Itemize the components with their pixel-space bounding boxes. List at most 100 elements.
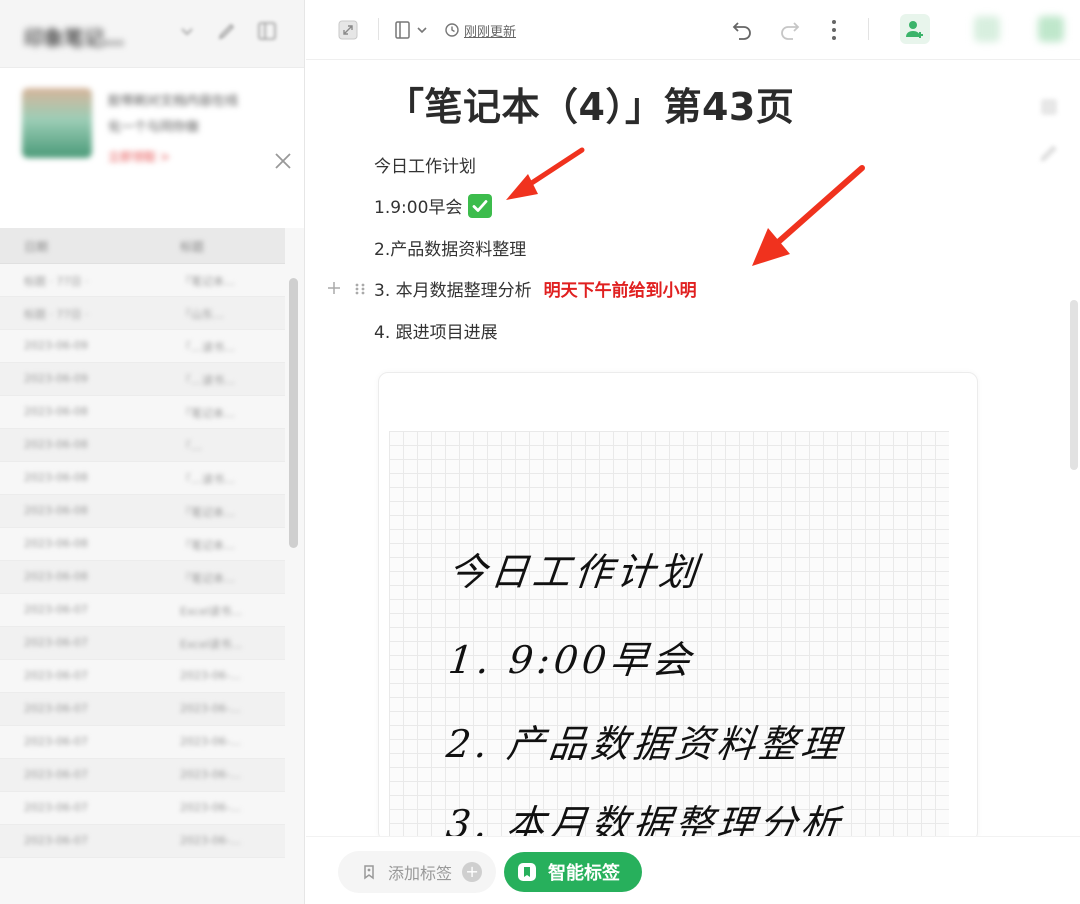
row-date: 2023-06-07: [24, 735, 88, 748]
more-button[interactable]: [822, 16, 846, 44]
right-rail: [1018, 60, 1080, 190]
table-row[interactable]: 2023-06-07 2023-06-…: [0, 759, 285, 792]
share-collaborator-button[interactable]: [900, 14, 930, 44]
add-tag-button[interactable]: 添加标签 +: [338, 851, 496, 893]
table-row[interactable]: 标题 · 77日 · 「笔记本…: [0, 264, 285, 297]
table-row[interactable]: 2023-06-08 「笔记本…: [0, 561, 285, 594]
row-title: 2023-06-…: [180, 735, 241, 748]
chevron-down-icon[interactable]: [176, 20, 198, 42]
new-note-icon[interactable]: [216, 20, 238, 42]
table-row[interactable]: 2023-06-07 Excel读书…: [0, 627, 285, 660]
line-text: 2.产品数据资料整理: [374, 240, 527, 260]
handwritten-note-image[interactable]: 今日工作计划 1. 9:00早会 2. 产品数据资料整理 3. 本月数据整理分析: [378, 372, 978, 842]
toolbar-divider: [868, 18, 869, 40]
table-row[interactable]: 标题 · 77日 · 「山东…: [0, 297, 285, 330]
row-date: 2023-06-08: [24, 405, 88, 418]
add-tag-label: 添加标签: [388, 864, 453, 883]
row-date: 标题 · 77日 ·: [24, 308, 89, 321]
add-block-icon[interactable]: [326, 280, 342, 296]
promo-link[interactable]: 立即领取 >: [108, 148, 170, 165]
note-line[interactable]: 4. 跟进项目进展: [374, 318, 498, 343]
tag-bar: 添加标签 + 智能标签: [306, 836, 1080, 904]
handwritten-line: 今日工作计划: [446, 550, 703, 594]
table-row[interactable]: 2023-06-07 2023-06-…: [0, 726, 285, 759]
column-header-title[interactable]: 标题: [180, 238, 204, 255]
table-row[interactable]: 2023-06-07 Excel读书…: [0, 594, 285, 627]
row-date: 2023-06-09: [24, 339, 88, 352]
table-row[interactable]: 2023-06-09 「…读书…: [0, 363, 285, 396]
smart-tag-icon: [518, 863, 536, 881]
table-row[interactable]: 2023-06-08 「笔记本…: [0, 495, 285, 528]
undo-button[interactable]: [728, 16, 756, 44]
toolbar-divider: [378, 18, 379, 40]
arrow-annotation-1: [506, 147, 585, 200]
row-title: 「笔记本…: [180, 407, 235, 420]
note-line[interactable]: 3. 本月数据整理分析 明天下午前给到小明: [374, 276, 697, 301]
note-title[interactable]: 「笔记本（4）」第43页: [386, 76, 794, 131]
editor-scrollbar[interactable]: [1070, 300, 1078, 470]
collaborate-icon[interactable]: [1038, 16, 1064, 42]
column-header-date[interactable]: 日期: [24, 238, 48, 255]
row-date: 2023-06-07: [24, 669, 88, 682]
outline-icon[interactable]: [1038, 96, 1060, 118]
note-line[interactable]: 2.产品数据资料整理: [374, 235, 526, 260]
table-row[interactable]: 2023-06-09 「…读书…: [0, 330, 285, 363]
promo-thumbnail: [22, 88, 92, 158]
promo-text-line2: 化一个与同你做: [108, 120, 200, 135]
table-row[interactable]: 2023-06-07 2023-06-…: [0, 792, 285, 825]
smart-tag-label: 智能标签: [548, 863, 620, 884]
promo-card[interactable]: 胶带刷对文档内容在线 化一个与同你做 立即领取 >: [0, 68, 304, 228]
row-date: 2023-06-08: [24, 471, 88, 484]
table-header: 日期 标题: [0, 228, 285, 264]
redo-button[interactable]: [776, 16, 804, 44]
sync-status[interactable]: 刚刚更新: [444, 20, 516, 40]
note-line[interactable]: 1.9:00早会: [374, 193, 493, 218]
view-mode-button[interactable]: [394, 18, 430, 42]
expand-icon: [338, 20, 358, 40]
row-date: 2023-06-07: [24, 636, 88, 649]
table-row[interactable]: 2023-06-08 「…读书…: [0, 462, 285, 495]
notes-sidebar: 印象笔记… 胶带刷对文档内容在线 化一个与同你做 立即领取 > 日期 标题 标题…: [0, 0, 305, 904]
row-title: 「笔记本…: [180, 572, 235, 585]
table-row[interactable]: 2023-06-07 2023-06-…: [0, 660, 285, 693]
note-line[interactable]: 今日工作计划: [374, 152, 476, 177]
line-text: 3. 本月数据整理分析: [374, 281, 532, 301]
table-row[interactable]: 2023-06-07 2023-06-…: [0, 693, 285, 726]
table-row[interactable]: 2023-06-08 「笔记本…: [0, 396, 285, 429]
row-date: 2023-06-08: [24, 504, 88, 517]
row-date: 2023-06-08: [24, 537, 88, 550]
row-date: 2023-06-07: [24, 801, 88, 814]
tag-icon: [364, 865, 374, 880]
sidebar-title: 印象笔记…: [24, 26, 124, 50]
sidebar-scrollbar[interactable]: [289, 278, 298, 548]
plus-icon: +: [462, 862, 483, 882]
smart-tag-button[interactable]: 智能标签: [504, 852, 642, 892]
row-title: 「笔记本…: [180, 539, 235, 552]
table-row[interactable]: 2023-06-08 「…: [0, 429, 285, 462]
expand-button[interactable]: [336, 18, 360, 42]
edit-icon[interactable]: [1038, 142, 1060, 164]
close-icon[interactable]: [272, 150, 294, 172]
notes-table: 日期 标题 标题 · 77日 · 「笔记本… 标题 · 77日 · 「山东… 2023-…: [0, 228, 285, 858]
row-date: 2023-06-07: [24, 603, 88, 616]
row-date: 2023-06-07: [24, 834, 88, 847]
table-row[interactable]: 2023-06-07 2023-06-…: [0, 825, 285, 858]
handwritten-line: 2. 产品数据资料整理: [444, 722, 846, 766]
share-icon[interactable]: [974, 16, 1000, 42]
drag-handle-icon[interactable]: [354, 282, 366, 296]
line-text: 今日工作计划: [374, 157, 476, 177]
row-title: 2023-06-…: [180, 669, 241, 682]
arrow-annotation-2: [752, 165, 865, 266]
row-date: 2023-06-08: [24, 438, 88, 451]
row-title: 「…: [180, 440, 202, 453]
layout-icon[interactable]: [256, 20, 278, 42]
updated-label[interactable]: 刚刚更新: [464, 21, 516, 40]
line-text: 4. 跟进项目进展: [374, 323, 498, 343]
deadline-note: 明天下午前给到小明: [543, 281, 697, 301]
row-title: 「…读书…: [180, 341, 235, 354]
table-row[interactable]: 2023-06-08 「笔记本…: [0, 528, 285, 561]
handwritten-line: 3. 本月数据整理分析: [444, 802, 846, 842]
row-date: 标题 · 77日 ·: [24, 275, 89, 288]
editor-toolbar: 刚刚更新: [306, 0, 1080, 60]
row-title: 「山东…: [180, 308, 224, 321]
